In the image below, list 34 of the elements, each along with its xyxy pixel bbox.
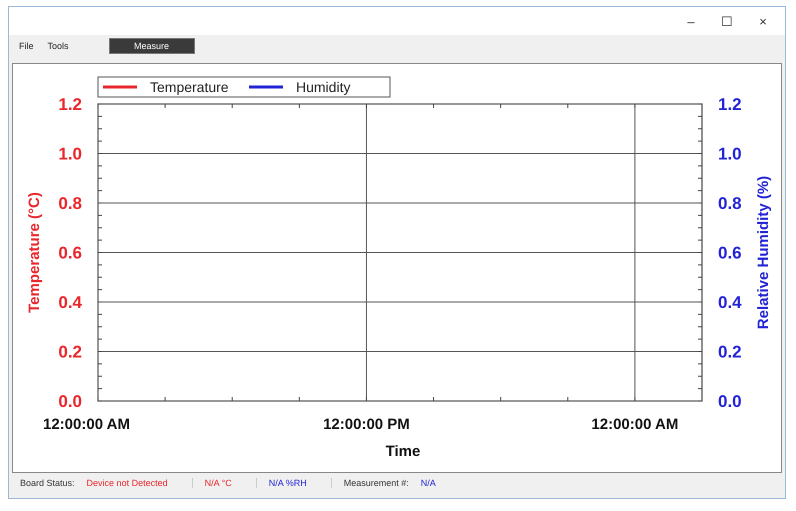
status-text: N/A [420, 478, 437, 488]
x-axis-title: Time [386, 443, 420, 460]
measure-tab[interactable]: Measure [108, 38, 195, 54]
y-tick-label: 0.8 [718, 194, 742, 213]
close-button[interactable]: × [747, 14, 779, 28]
y-tick-label: 0.0 [58, 392, 82, 411]
y-tick-label: 0.6 [718, 244, 742, 262]
menu-item[interactable]: File [19, 41, 34, 51]
status-text: N/A %RH [256, 478, 313, 488]
y-tick-label: 1.0 [718, 144, 742, 164]
x-tick-label: 12:00:00 AM [591, 416, 678, 433]
status-text: Device not Detected [86, 478, 169, 488]
y-axis-title: Relative Humidity (%) [755, 176, 772, 330]
x-tick-label: 12:00:00 PM [323, 416, 410, 433]
maximize-button[interactable]: ☐ [711, 14, 743, 28]
status-text: N/A °C [192, 478, 238, 488]
minimize-button[interactable]: – [675, 14, 707, 28]
y-tick-label: 0.6 [58, 244, 82, 262]
y-tick-label: 0.4 [58, 293, 82, 312]
menu-item[interactable]: Tools [48, 41, 69, 51]
status-text: Board Status: [19, 478, 76, 488]
y-tick-label: 0.0 [718, 392, 742, 411]
y-tick-label: 1.2 [58, 95, 82, 114]
y-axis-title: Temperature (°C) [26, 192, 43, 313]
y-tick-label: 1.2 [718, 95, 742, 114]
y-tick-label: 0.2 [58, 342, 82, 362]
x-tick-label: 12:00:00 AM [43, 416, 130, 433]
y-tick-label: 1.0 [58, 144, 82, 164]
y-tick-label: 0.4 [718, 293, 742, 312]
y-tick-label: 0.8 [58, 194, 82, 213]
y-tick-label: 0.2 [718, 342, 742, 362]
legend-label: Humidity [296, 79, 350, 95]
status-text: Measurement #: [330, 478, 415, 488]
legend-label: Temperature [150, 79, 229, 95]
